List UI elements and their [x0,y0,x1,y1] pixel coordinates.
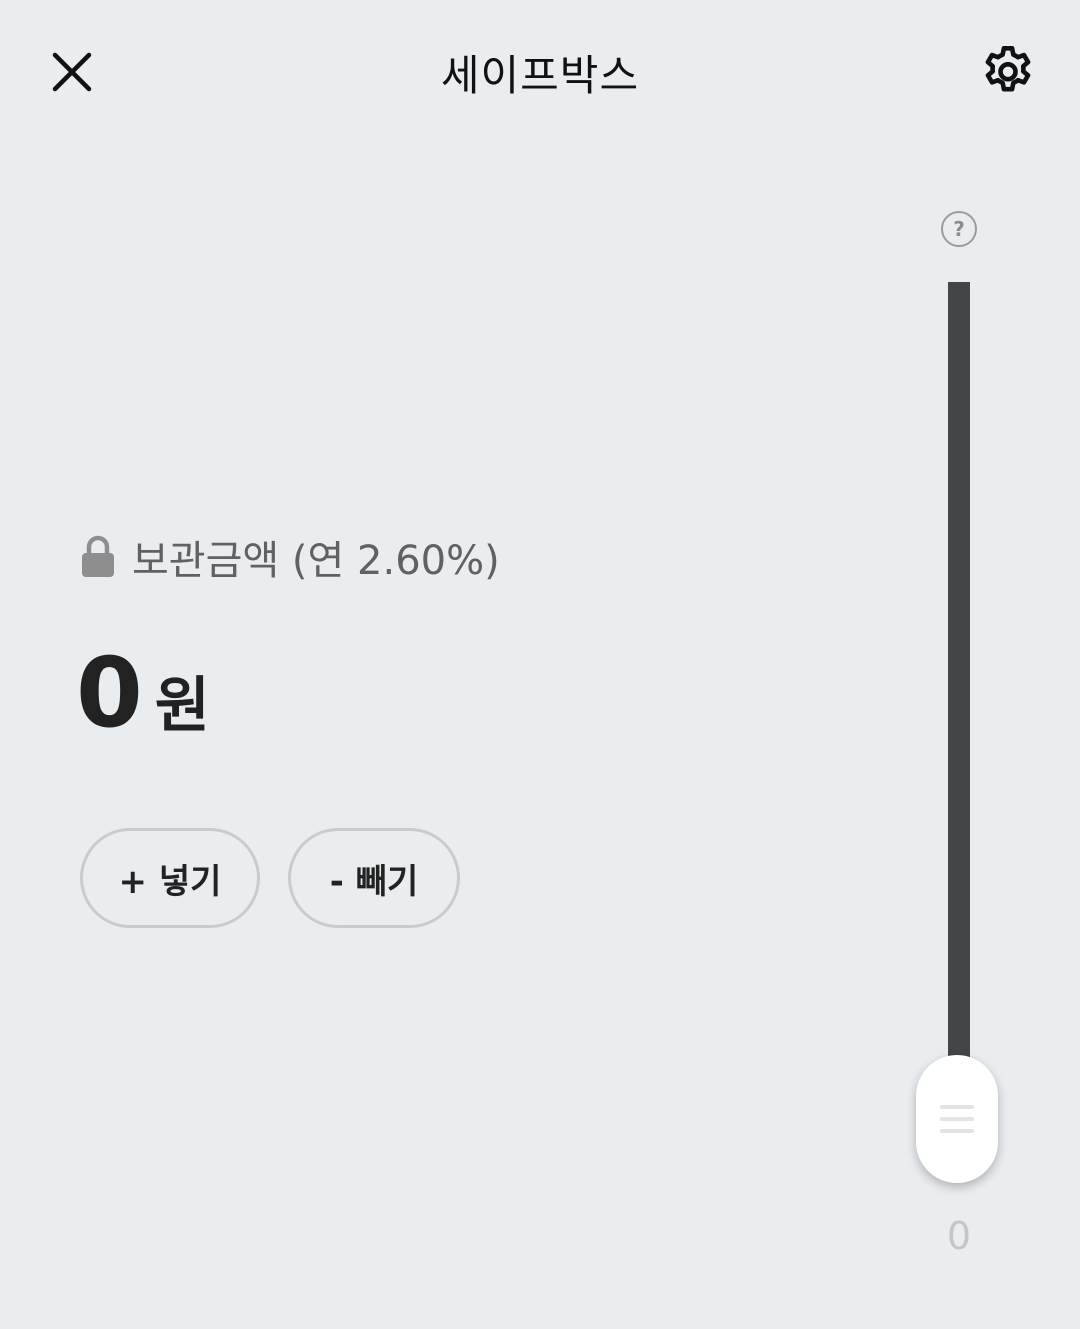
page-title: 세이프박스 [440,51,640,100]
gear-icon [985,46,1031,92]
balance-label: 보관금액 (연 2.60%) [132,538,500,584]
help-icon[interactable]: ? [940,210,978,248]
balance-label-row: 보관금액 (연 2.60%) [80,528,500,586]
slider-track[interactable] [948,282,970,1122]
drag-handle-icon [940,1105,974,1133]
deposit-button[interactable]: + 넣기 [80,828,260,928]
balance-unit: 원 [154,671,210,741]
withdraw-button[interactable]: - 빼기 [288,828,460,928]
settings-button[interactable] [972,36,1044,108]
safebox-screen: 세이프박스 보관금액 (연 2.60%) 0 원 + 넣기 - 빼기 ? 0 [0,0,1080,1329]
action-buttons: + 넣기 - 빼기 [80,828,460,928]
balance-amount-row: 0 원 [76,645,210,741]
lock-icon [82,535,114,577]
svg-text:?: ? [953,217,965,241]
slider-value: 0 [946,1214,972,1258]
balance-amount: 0 [76,637,143,749]
slider-handle[interactable] [916,1055,998,1183]
